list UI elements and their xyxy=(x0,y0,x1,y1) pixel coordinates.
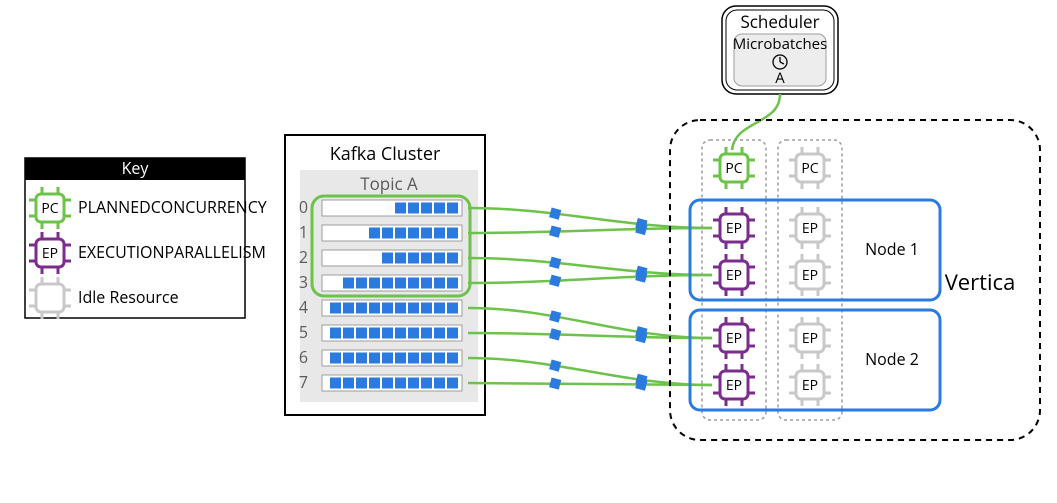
kafka-title: Kafka Cluster xyxy=(330,142,441,166)
key-title: Key xyxy=(122,157,150,179)
partition-number: 6 xyxy=(299,346,308,368)
ep-chip: EP xyxy=(713,207,755,249)
microbatch-a: A xyxy=(775,68,785,88)
partition-number: 5 xyxy=(299,321,308,343)
flow-lines xyxy=(468,208,712,385)
svg-text:PC: PC xyxy=(725,159,742,178)
key-box: Key PC PLANNEDCONCURRENCY EP EXECUTIONPA… xyxy=(25,157,267,319)
partition-number: 2 xyxy=(299,246,308,268)
ep-chip: EP xyxy=(713,317,755,359)
kafka-cluster: Kafka Cluster Topic A 0 1 2 3 4 5 6 7 xyxy=(285,135,485,415)
pc-idle-chip: PC xyxy=(789,147,831,189)
svg-text:PC: PC xyxy=(801,159,818,178)
partition-number: 0 xyxy=(299,196,308,218)
svg-text:EP: EP xyxy=(802,376,818,395)
key-label-pc: PLANNEDCONCURRENCY xyxy=(78,196,267,218)
svg-text:EP: EP xyxy=(802,329,818,348)
ep-idle-chip: EP xyxy=(789,254,831,296)
svg-text:EP: EP xyxy=(802,219,818,238)
ep-chip: EP xyxy=(713,254,755,296)
node2-label: Node 2 xyxy=(865,348,919,370)
key-label-idle: Idle Resource xyxy=(78,286,179,308)
partition-number: 4 xyxy=(299,296,308,318)
vertica-cluster: Vertica PC PC Node 1 Node 2 EP EP EP EP … xyxy=(670,120,1040,440)
svg-text:EP: EP xyxy=(802,266,818,285)
ep-idle-chip: EP xyxy=(789,207,831,249)
microbatches-label: Microbatches xyxy=(733,34,827,54)
scheduler-title: Scheduler xyxy=(740,10,819,33)
vertica-label: Vertica xyxy=(945,267,1016,297)
pc-active-chip: PC xyxy=(713,147,755,189)
key-label-ep: EXECUTIONPARALLELISM xyxy=(78,241,266,263)
partition-number: 1 xyxy=(299,221,308,243)
partition-number: 3 xyxy=(299,271,308,293)
svg-text:EP: EP xyxy=(42,244,58,263)
node1-label: Node 1 xyxy=(865,238,919,260)
svg-text:PC: PC xyxy=(41,199,58,218)
partition-number: 7 xyxy=(299,371,308,393)
svg-text:EP: EP xyxy=(726,266,742,285)
scheduler: Scheduler Microbatches A xyxy=(722,6,838,150)
ep-idle-chip: EP xyxy=(789,317,831,359)
svg-text:EP: EP xyxy=(726,376,742,395)
ep-chip: EP xyxy=(713,364,755,406)
flow-dots xyxy=(549,208,647,391)
topic-title: Topic A xyxy=(360,172,418,195)
svg-text:EP: EP xyxy=(726,329,742,348)
ep-idle-chip: EP xyxy=(789,364,831,406)
svg-text:EP: EP xyxy=(726,219,742,238)
